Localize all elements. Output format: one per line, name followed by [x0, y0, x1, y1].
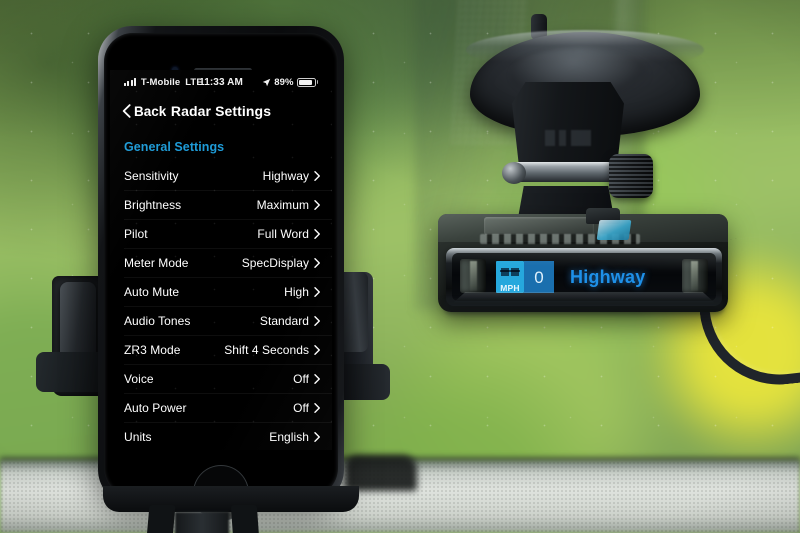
battery-icon — [297, 77, 318, 87]
settings-row-right: Highway — [263, 169, 320, 183]
phone-mount-foot-2 — [230, 505, 260, 533]
settings-row-value: SpecDisplay — [241, 255, 309, 270]
settings-row-zr3-mode[interactable]: ZR3 Mode Shift 4 Seconds — [110, 335, 332, 364]
settings-row-value: Shift 4 Seconds — [224, 342, 309, 357]
settings-row-right: Shift 4 Seconds — [224, 343, 320, 357]
radar-signal-bars-icon — [500, 268, 520, 276]
settings-row-label: Brightness — [124, 197, 182, 212]
settings-row-brightness[interactable]: Brightness Maximum — [110, 190, 332, 219]
page-title: Radar Settings — [170, 103, 272, 119]
photo-scene: MPH 0 Highway T-Mobile LTE 11:33 AM 89% … — [0, 0, 800, 533]
chevron-right-icon — [314, 431, 320, 442]
settings-row-label: Sensitivity — [124, 168, 179, 183]
phone-screen: T-Mobile LTE 11:33 AM 89% Back Radar Set… — [110, 70, 332, 450]
status-bar-right: 89% — [262, 77, 318, 88]
settings-row-label: ZR3 Mode — [124, 342, 181, 357]
settings-row-sensitivity[interactable]: Sensitivity Highway — [110, 161, 332, 190]
settings-row-value: Standard — [259, 313, 309, 328]
settings-row-label: Voice — [124, 371, 154, 386]
settings-row-value: High — [284, 284, 309, 299]
radar-detector-top-plate — [484, 217, 594, 235]
settings-row-right: Full Word — [257, 227, 320, 241]
radar-mode-label: Highway — [570, 267, 646, 287]
settings-row-right: SpecDisplay — [242, 256, 320, 270]
mount-plate — [512, 82, 624, 164]
chevron-right-icon — [314, 315, 320, 326]
knob-icon[interactable] — [609, 154, 653, 198]
settings-row-value: Off — [293, 371, 309, 386]
settings-row-pilot[interactable]: Pilot Full Word — [110, 219, 332, 248]
chevron-right-icon — [314, 402, 320, 413]
signal-bars-icon — [124, 78, 136, 86]
settings-row-voice[interactable]: Voice Off — [110, 364, 332, 393]
chevron-right-icon — [314, 286, 320, 297]
settings-list: Sensitivity Highway Brightness Maximum Pilot… — [110, 161, 332, 450]
settings-row-meter-mode[interactable]: Meter Mode SpecDisplay — [110, 248, 332, 277]
mount-hinge-ball[interactable] — [502, 162, 526, 184]
location-arrow-icon — [262, 78, 270, 86]
chevron-right-icon — [314, 170, 320, 181]
settings-row-label: Audio Tones — [124, 313, 191, 328]
battery-percent-label: 89% — [274, 76, 294, 88]
radar-speed-value: 0 — [534, 267, 544, 287]
phone-mount-pad-left — [60, 282, 96, 362]
settings-row-label: Auto Mute — [124, 284, 180, 299]
settings-row-value: English — [269, 429, 309, 444]
settings-row-audio-tones[interactable]: Audio Tones Standard — [110, 306, 332, 335]
carrier-label: T-Mobile — [140, 76, 181, 88]
chevron-right-icon — [314, 373, 320, 384]
settings-row-right: Maximum — [257, 198, 320, 212]
settings-row-right: Off — [293, 372, 320, 386]
mount-logo — [545, 130, 591, 146]
phone-mount-stalk — [175, 512, 229, 533]
settings-row-auto-power[interactable]: Auto Power Off — [110, 393, 332, 422]
phone-mount-foot-right — [338, 364, 390, 400]
settings-row-value: Maximum — [256, 197, 309, 212]
radar-readout: MPH 0 Highway — [496, 261, 645, 293]
radar-speed-tile: 0 — [524, 261, 554, 293]
chevron-right-icon — [314, 257, 320, 268]
settings-row-value: Highway — [262, 168, 309, 183]
settings-row-units[interactable]: Units English — [110, 422, 332, 450]
radar-unit-label: MPH — [500, 282, 520, 293]
settings-row-right: Off — [293, 401, 320, 415]
section-header: General Settings — [124, 140, 225, 154]
radar-detector-badge — [596, 220, 632, 240]
status-bar-left: T-Mobile LTE — [124, 77, 203, 88]
settings-row-label: Units — [124, 429, 152, 444]
settings-row-auto-mute[interactable]: Auto Mute High — [110, 277, 332, 306]
settings-row-right: High — [284, 285, 320, 299]
status-bar: T-Mobile LTE 11:33 AM 89% — [110, 70, 332, 94]
settings-row-label: Meter Mode — [124, 255, 189, 270]
radar-unit-tile: MPH — [496, 261, 524, 293]
phone-mount-foot-1 — [146, 505, 176, 533]
settings-row-label: Auto Power — [124, 400, 187, 415]
chevron-right-icon — [314, 199, 320, 210]
settings-row-right: English — [269, 430, 320, 444]
settings-row-value: Full Word — [257, 226, 309, 241]
settings-row-right: Standard — [260, 314, 320, 328]
radar-horn-right-sheen — [691, 261, 698, 291]
chevron-right-icon — [314, 228, 320, 239]
nav-bar: Back Radar Settings — [110, 94, 332, 128]
radar-detector-bottom — [444, 300, 724, 318]
radar-horn-left-sheen — [470, 261, 477, 291]
settings-row-label: Pilot — [124, 226, 148, 241]
chevron-right-icon — [314, 344, 320, 355]
settings-row-value: Off — [293, 400, 309, 415]
network-label: LTE — [185, 76, 203, 88]
